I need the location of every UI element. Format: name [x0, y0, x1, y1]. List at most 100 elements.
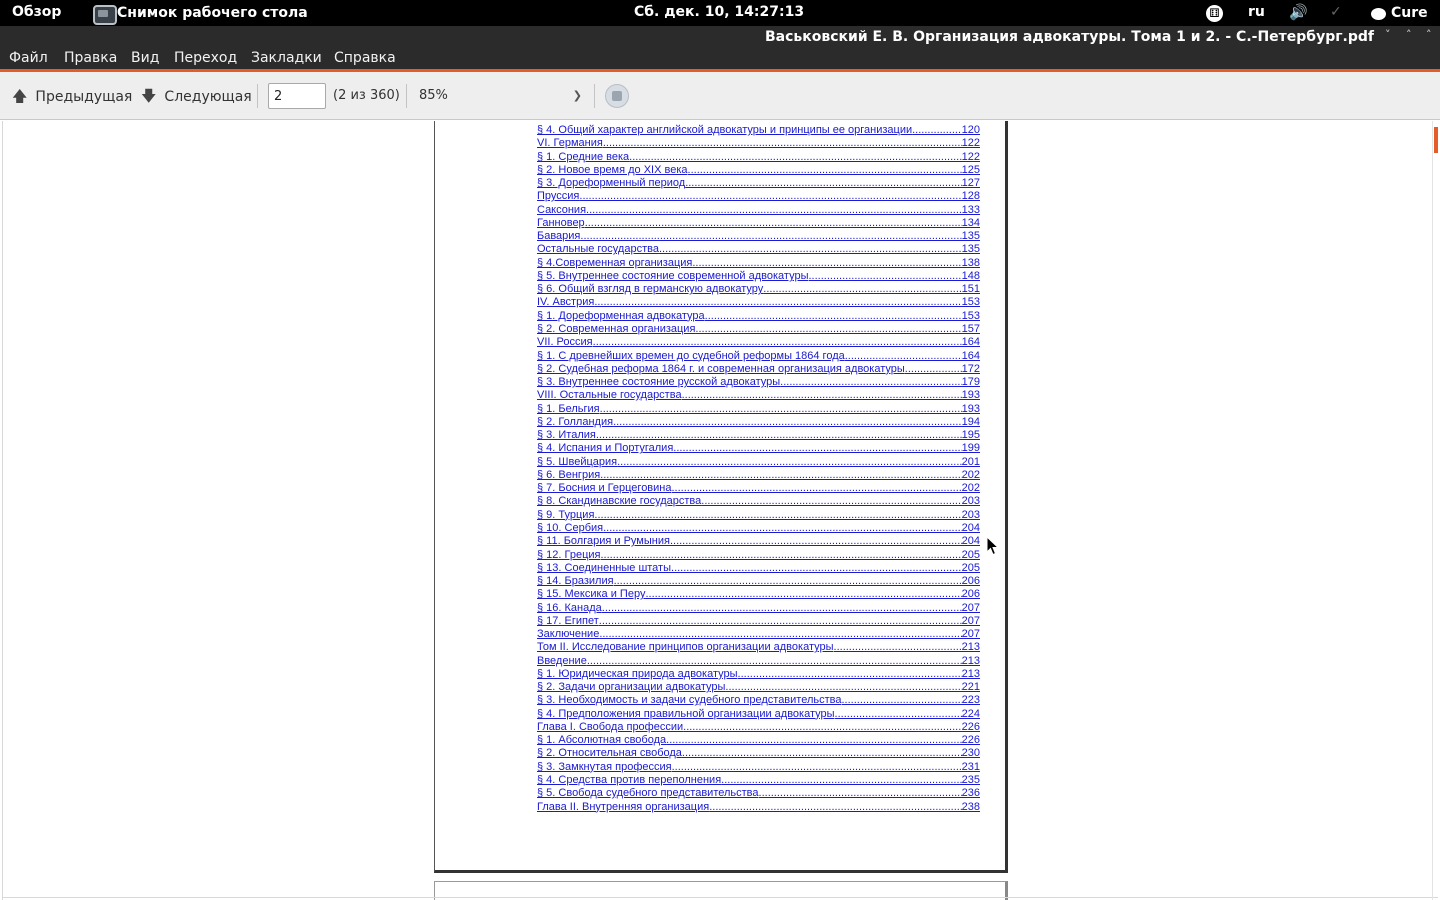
document-viewport[interactable]: § 4. Общий характер английской адвокатур…: [0, 121, 1440, 900]
toc-entry-page: 205: [961, 561, 980, 574]
toc-link[interactable]: § 5. Швейцария 201: [537, 456, 980, 469]
toc-link[interactable]: § 6. Общий взгляд в германскую адвокатур…: [537, 283, 980, 296]
zoom-select[interactable]: 85% ❯: [410, 83, 590, 109]
user-menu-button[interactable]: Cure: [1371, 0, 1428, 26]
toc-dot-leader: [685, 177, 961, 190]
toc-link[interactable]: § 1. Бельгия 193: [537, 403, 980, 416]
toc-link[interactable]: § 12. Греция 205: [537, 549, 980, 562]
toc-link[interactable]: Глава I. Свобода профессии 226: [537, 721, 980, 734]
toc-dot-leader: [809, 270, 962, 283]
page-number-input[interactable]: [268, 83, 326, 109]
toc-link[interactable]: VII. Россия 164: [537, 336, 980, 349]
window-menu-button[interactable]: ˅: [1385, 26, 1391, 48]
toc-link[interactable]: § 10. Сербия 204: [537, 522, 980, 535]
toc-link[interactable]: § 14. Бразилия 206: [537, 575, 980, 588]
toc-link[interactable]: § 4. Испания и Португалия 199: [537, 442, 980, 455]
network-icon[interactable]: ✓: [1330, 0, 1342, 26]
toc-link[interactable]: § 4. Общий характер английской адвокатур…: [537, 124, 980, 137]
accessibility-icon[interactable]: ⚅: [1206, 5, 1223, 22]
toc-link[interactable]: Том II. Исследование принципов организац…: [537, 641, 980, 654]
toc-link[interactable]: § 6. Венгрия 202: [537, 469, 980, 482]
toc-link[interactable]: § 2. Голландия 194: [537, 416, 980, 429]
toc-link[interactable]: § 4. Средства против переполнения 235: [537, 774, 980, 787]
toc-link[interactable]: § 16. Канада 207: [537, 602, 980, 615]
toc-link[interactable]: § 15. Мексика и Перу 206: [537, 588, 980, 601]
toc-link[interactable]: § 1. Абсолютная свобода 226: [537, 734, 980, 747]
toc-link[interactable]: § 1. Дореформенная адвокатура 153: [537, 310, 980, 323]
previous-page-button[interactable]: 🡅 Предыдущая: [12, 72, 132, 120]
activities-overview-button[interactable]: Обзор: [12, 0, 61, 26]
menu-bookmarks[interactable]: Закладки: [251, 48, 322, 70]
toc-entry-title: § 13. Соединенные штаты: [537, 561, 672, 574]
keyboard-layout-indicator[interactable]: ru: [1248, 0, 1265, 26]
toc-link[interactable]: § 2. Новое время до XIX века 125: [537, 164, 980, 177]
toc-entry-page: 138: [961, 256, 980, 269]
maximize-button[interactable]: ˄: [1406, 26, 1412, 48]
toc-link[interactable]: § 8. Скандинавские государства 203: [537, 495, 980, 508]
toc-link[interactable]: § 2. Судебная реформа 1864 г. и современ…: [537, 363, 980, 376]
toc-dot-leader: [672, 761, 962, 774]
menu-edit[interactable]: Правка: [64, 48, 117, 70]
toc-link[interactable]: § 2. Современная организация 157: [537, 323, 980, 336]
window-titlebar[interactable]: Васьковский Е. В. Организация адвокатуры…: [0, 26, 1440, 48]
toc-entry-title: VII. Россия: [537, 336, 593, 349]
pdf-page: § 4. Общий характер английской адвокатур…: [434, 121, 1008, 873]
next-page-button[interactable]: 🡇 Следующая: [141, 72, 252, 120]
toc-link[interactable]: Введение 213: [537, 655, 980, 668]
toc-link[interactable]: Остальные государства 135: [537, 243, 980, 256]
toc-link[interactable]: Саксония 133: [537, 204, 980, 217]
toc-entry-title: § 3. Италия: [537, 429, 596, 442]
toc-dot-leader: [721, 774, 961, 787]
scrollbar-thumb[interactable]: [1434, 127, 1438, 153]
toc-link[interactable]: § 1. Юридическая природа адвокатуры 213: [537, 668, 980, 681]
toc-link[interactable]: § 3. Дореформенный период 127: [537, 177, 980, 190]
toc-entry-title: Глава II. Внутренняя организация: [537, 800, 710, 813]
toc-entry-page: 213: [961, 654, 980, 667]
toc-link[interactable]: VIII. Остальные государства 193: [537, 389, 980, 402]
app-menu-button[interactable]: Снимок рабочего стола: [93, 0, 308, 26]
toc-entry-title: § 6. Общий взгляд в германскую адвокатур…: [537, 283, 764, 296]
volume-icon[interactable]: 🔊: [1289, 0, 1308, 26]
menu-help[interactable]: Справка: [334, 48, 396, 70]
toc-link[interactable]: § 5. Внутреннее состояние современной ад…: [537, 270, 980, 283]
chevron-down-icon: ❯: [572, 89, 582, 102]
toc-link[interactable]: § 1. С древнейших времен до судебной реф…: [537, 350, 980, 363]
toc-link[interactable]: § 4. Предположения правильной организаци…: [537, 708, 980, 721]
vertical-scrollbar[interactable]: [1432, 121, 1440, 900]
toc-link[interactable]: § 11. Болгария и Румыния 204: [537, 535, 980, 548]
toc-link[interactable]: VI. Германия 122: [537, 137, 980, 150]
toc-link[interactable]: § 13. Соединенные штаты 205: [537, 562, 980, 575]
menu-file[interactable]: Файл: [9, 48, 48, 70]
toc-link[interactable]: Бавария 135: [537, 230, 980, 243]
toc-link[interactable]: § 1. Средние века 122: [537, 151, 980, 164]
previous-page-label: Предыдущая: [35, 89, 133, 105]
toc-link[interactable]: § 17. Египет 207: [537, 615, 980, 628]
menu-view[interactable]: Вид: [131, 48, 159, 70]
toc-entry-title: § 4.Современная организация: [537, 256, 693, 269]
toc-link[interactable]: § 3. Внутреннее состояние русской адвока…: [537, 376, 980, 389]
toc-dot-leader: [666, 734, 962, 747]
toc-link[interactable]: § 3. Италия 195: [537, 429, 980, 442]
toc-link[interactable]: § 7. Босния и Герцеговина 202: [537, 482, 980, 495]
toc-link[interactable]: IV. Австрия 153: [537, 296, 980, 309]
fullscreen-button[interactable]: [605, 84, 629, 108]
toc-link[interactable]: § 2. Задачи организации адвокатуры 221: [537, 681, 980, 694]
toc-link[interactable]: § 5. Свобода судебного представительства…: [537, 787, 980, 800]
toc-link[interactable]: Глава II. Внутренняя организация 238: [537, 801, 980, 814]
toc-link[interactable]: § 9. Турция 203: [537, 509, 980, 522]
toc-entry-title: § 3. Дореформенный период: [537, 177, 686, 190]
toc-link[interactable]: § 4.Современная организация 138: [537, 257, 980, 270]
close-button[interactable]: ˄: [1426, 26, 1432, 48]
toc-link[interactable]: § 3. Замкнутая профессия 231: [537, 761, 980, 774]
toolbar-separator: [406, 84, 407, 108]
toc-dot-leader: [602, 602, 962, 615]
toc-link[interactable]: § 3. Необходимость и задачи судебного пр…: [537, 694, 980, 707]
menu-go[interactable]: Переход: [174, 48, 237, 70]
toc-entry-page: 204: [961, 521, 980, 534]
toc-link[interactable]: § 2. Относительная свобода 230: [537, 747, 980, 760]
clock[interactable]: Сб. дек. 10, 14:27:13: [634, 0, 804, 26]
toc-link[interactable]: Ганновер 134: [537, 217, 980, 230]
toc-link[interactable]: Заключение 207: [537, 628, 980, 641]
toc-entry-page: 226: [961, 720, 980, 733]
toc-link[interactable]: Пруссия 128: [537, 190, 980, 203]
